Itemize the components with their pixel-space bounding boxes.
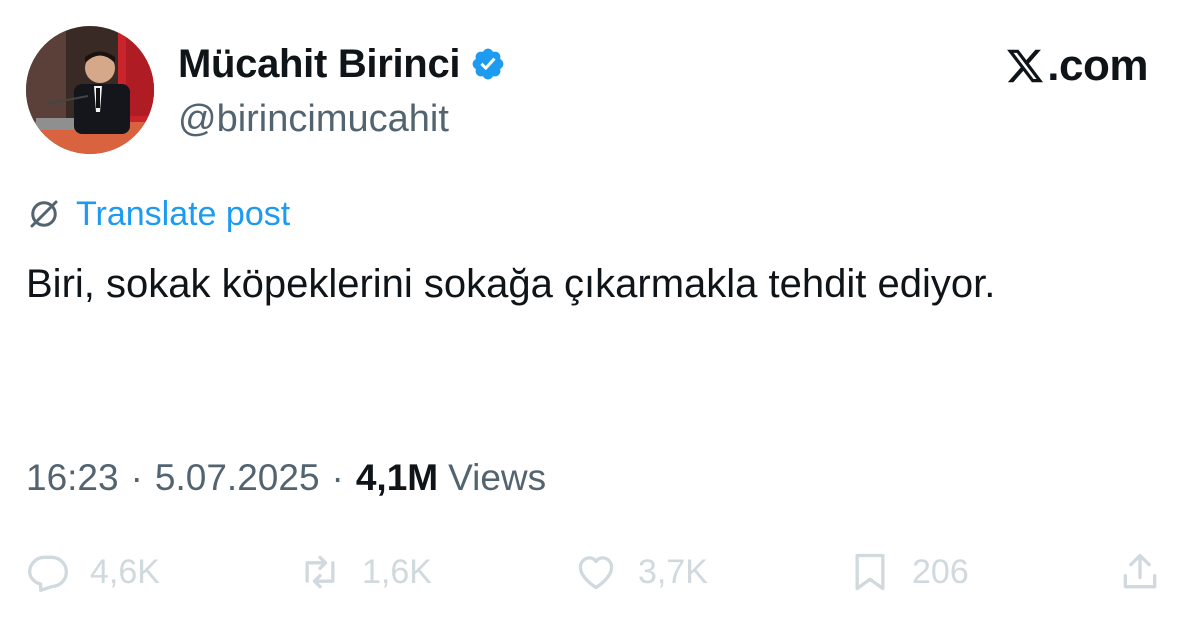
meta-separator: · xyxy=(331,457,344,498)
share-button[interactable] xyxy=(1118,546,1162,598)
x-brand: .com xyxy=(1005,40,1148,92)
like-button[interactable]: 3,7K xyxy=(574,546,708,598)
author-name-row: Mücahit Birinci xyxy=(178,38,506,90)
avatar[interactable] xyxy=(26,26,154,154)
globe-slash-icon xyxy=(30,200,58,228)
bookmark-icon xyxy=(855,553,885,591)
post-time[interactable]: 16:23 xyxy=(26,457,119,499)
share-icon xyxy=(1123,553,1157,589)
x-logo-icon xyxy=(1007,49,1044,83)
translate-post-label: Translate post xyxy=(76,195,291,233)
like-count: 3,7K xyxy=(638,553,708,591)
post-text: Biri, sokak köpeklerini sokağa çıkarmakl… xyxy=(26,262,996,306)
meta-separator: · xyxy=(130,457,143,498)
heart-icon xyxy=(578,556,614,590)
post-date[interactable]: 5.07.2025 xyxy=(155,457,320,499)
repost-icon xyxy=(305,555,335,589)
translate-post-button[interactable]: Translate post xyxy=(26,192,290,236)
avatar-photo xyxy=(26,26,154,154)
reply-icon xyxy=(28,555,68,592)
repost-button[interactable]: 1,6K xyxy=(298,546,432,598)
repost-count: 1,6K xyxy=(362,553,432,591)
reply-count: 4,6K xyxy=(90,553,160,591)
author-display-name[interactable]: Mücahit Birinci xyxy=(178,38,461,90)
reply-button[interactable]: 4,6K xyxy=(26,546,160,598)
post-meta: 16:23 · 5.07.2025 · 4,1M Views xyxy=(26,454,546,502)
views-label: Views xyxy=(448,457,547,498)
author-handle[interactable]: @birincimucahit xyxy=(178,96,449,142)
verified-badge-icon xyxy=(472,48,504,80)
views-count: 4,1M xyxy=(355,457,439,498)
bookmark-count: 206 xyxy=(912,553,969,591)
x-domain-text: .com xyxy=(1047,41,1148,90)
bookmark-button[interactable]: 206 xyxy=(848,546,969,598)
